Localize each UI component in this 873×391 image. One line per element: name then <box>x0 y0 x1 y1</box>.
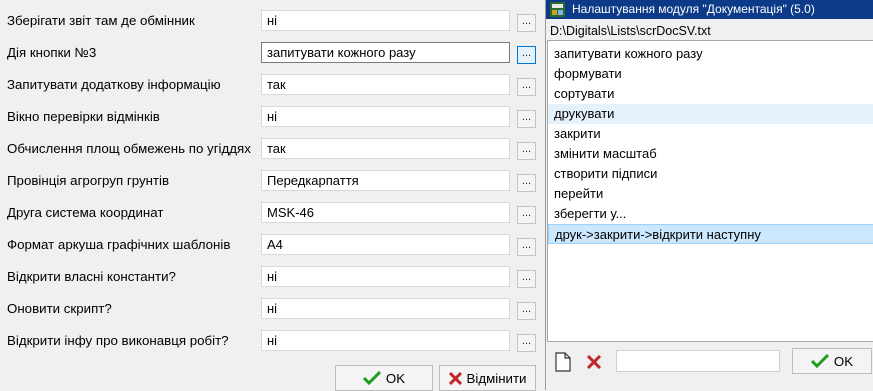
browse-button[interactable]: ... <box>517 238 536 256</box>
browse-button[interactable]: ... <box>517 174 536 192</box>
dialog-ok-button[interactable]: OK <box>792 348 872 374</box>
list-item[interactable]: зберегти у... <box>548 204 873 224</box>
cancel-button[interactable]: Відмінити <box>439 365 536 391</box>
browse-button[interactable]: ... <box>517 302 536 320</box>
cancel-label: Відмінити <box>466 370 527 386</box>
setting-value-field[interactable]: MSK-46 <box>261 202 510 223</box>
setting-label: Друга система координат <box>7 205 164 220</box>
settings-row: Друга система координат MSK-46... <box>0 194 544 226</box>
list-item[interactable]: друкувати <box>548 104 873 124</box>
setting-value-field[interactable]: так <box>261 138 510 159</box>
setting-label: Дія кнопки №3 <box>7 45 97 60</box>
setting-label: Запитувати додаткову інформацію <box>7 77 221 92</box>
dialog-title: Налаштування модуля "Документація" (5.0) <box>572 2 815 16</box>
list-item[interactable]: формувати <box>548 64 873 84</box>
settings-row: Запитувати додаткову інформацію так... <box>0 66 544 98</box>
setting-label: Відкрити власні константи? <box>7 269 176 284</box>
setting-value-field[interactable]: так <box>261 74 510 95</box>
setting-label: Зберігати звіт там де обмінник <box>7 13 195 28</box>
setting-value-field[interactable]: ні <box>261 330 510 351</box>
browse-button[interactable]: ... <box>517 206 536 224</box>
ok-button[interactable]: OK <box>335 365 433 391</box>
settings-row: Формат аркуша графічних шаблонів A4... <box>0 226 544 258</box>
dialog-ok-label: OK <box>833 353 854 369</box>
browse-button[interactable]: ... <box>517 270 536 288</box>
setting-label: Вікно перевірки відмінків <box>7 109 160 124</box>
settings-row: Дія кнопки №3 запитувати кожного разу... <box>0 34 544 66</box>
settings-row: Зберігати звіт там де обмінник ні... <box>0 2 544 34</box>
settings-row: Оновити скрипт? ні... <box>0 290 544 322</box>
browse-button[interactable]: ... <box>517 110 536 128</box>
delete-icon[interactable] <box>587 355 601 369</box>
checkmark-icon <box>362 371 381 385</box>
settings-row: Провінція агрогруп грунтів Передкарпаття.… <box>0 162 544 194</box>
setting-value-field[interactable]: ні <box>261 10 510 31</box>
module-settings-dialog: Налаштування модуля "Документація" (5.0)… <box>545 0 873 390</box>
browse-button[interactable]: ... <box>517 334 536 352</box>
list-item[interactable]: закрити <box>548 124 873 144</box>
list-item[interactable]: сортувати <box>548 84 873 104</box>
list-item[interactable]: запитувати кожного разу <box>548 44 873 64</box>
settings-row: Обчислення площ обмежень по угіддях так..… <box>0 130 544 162</box>
browse-button[interactable]: ... <box>517 78 536 96</box>
settings-row: Вікно перевірки відмінків ні... <box>0 98 544 130</box>
app-icon <box>550 2 565 17</box>
browse-button[interactable]: ... <box>517 46 536 64</box>
browse-button[interactable]: ... <box>517 14 536 32</box>
list-item[interactable]: змінити масштаб <box>548 144 873 164</box>
setting-value-field[interactable]: ні <box>261 266 510 287</box>
settings-panel: Зберігати звіт там де обмінник ні... Дія к… <box>0 0 544 391</box>
new-item-input[interactable] <box>616 350 780 372</box>
list-item[interactable]: перейти <box>548 184 873 204</box>
setting-value-field[interactable]: A4 <box>261 234 510 255</box>
setting-value-field[interactable]: ні <box>261 106 510 127</box>
browse-button[interactable]: ... <box>517 142 536 160</box>
setting-label: Формат аркуша графічних шаблонів <box>7 237 231 252</box>
settings-row: Відкрити інфу про виконавця робіт? ні... <box>0 322 544 354</box>
settings-row: Відкрити власні константи? ні... <box>0 258 544 290</box>
document-icon[interactable] <box>555 352 571 372</box>
list-item[interactable]: друк->закрити->відкрити наступну <box>548 224 873 244</box>
setting-label: Обчислення площ обмежень по угіддях <box>7 141 251 156</box>
action-listbox[interactable]: запитувати кожного разу формувати сортуват… <box>547 40 873 342</box>
setting-value-field[interactable]: Передкарпаття <box>261 170 510 191</box>
dialog-titlebar[interactable]: Налаштування модуля "Документація" (5.0) <box>546 0 873 19</box>
list-item[interactable]: створити підписи <box>548 164 873 184</box>
ok-label: OK <box>385 370 406 386</box>
setting-value-field[interactable]: ні <box>261 298 510 319</box>
setting-value-field[interactable]: запитувати кожного разу <box>261 42 510 63</box>
setting-label: Провінція агрогруп грунтів <box>7 173 170 188</box>
checkmark-icon <box>810 354 829 368</box>
x-icon <box>448 371 462 385</box>
setting-label: Відкрити інфу про виконавця робіт? <box>7 333 229 348</box>
setting-label: Оновити скрипт? <box>7 301 112 316</box>
file-path: D:\Digitals\Lists\scrDocSV.txt <box>550 24 711 38</box>
